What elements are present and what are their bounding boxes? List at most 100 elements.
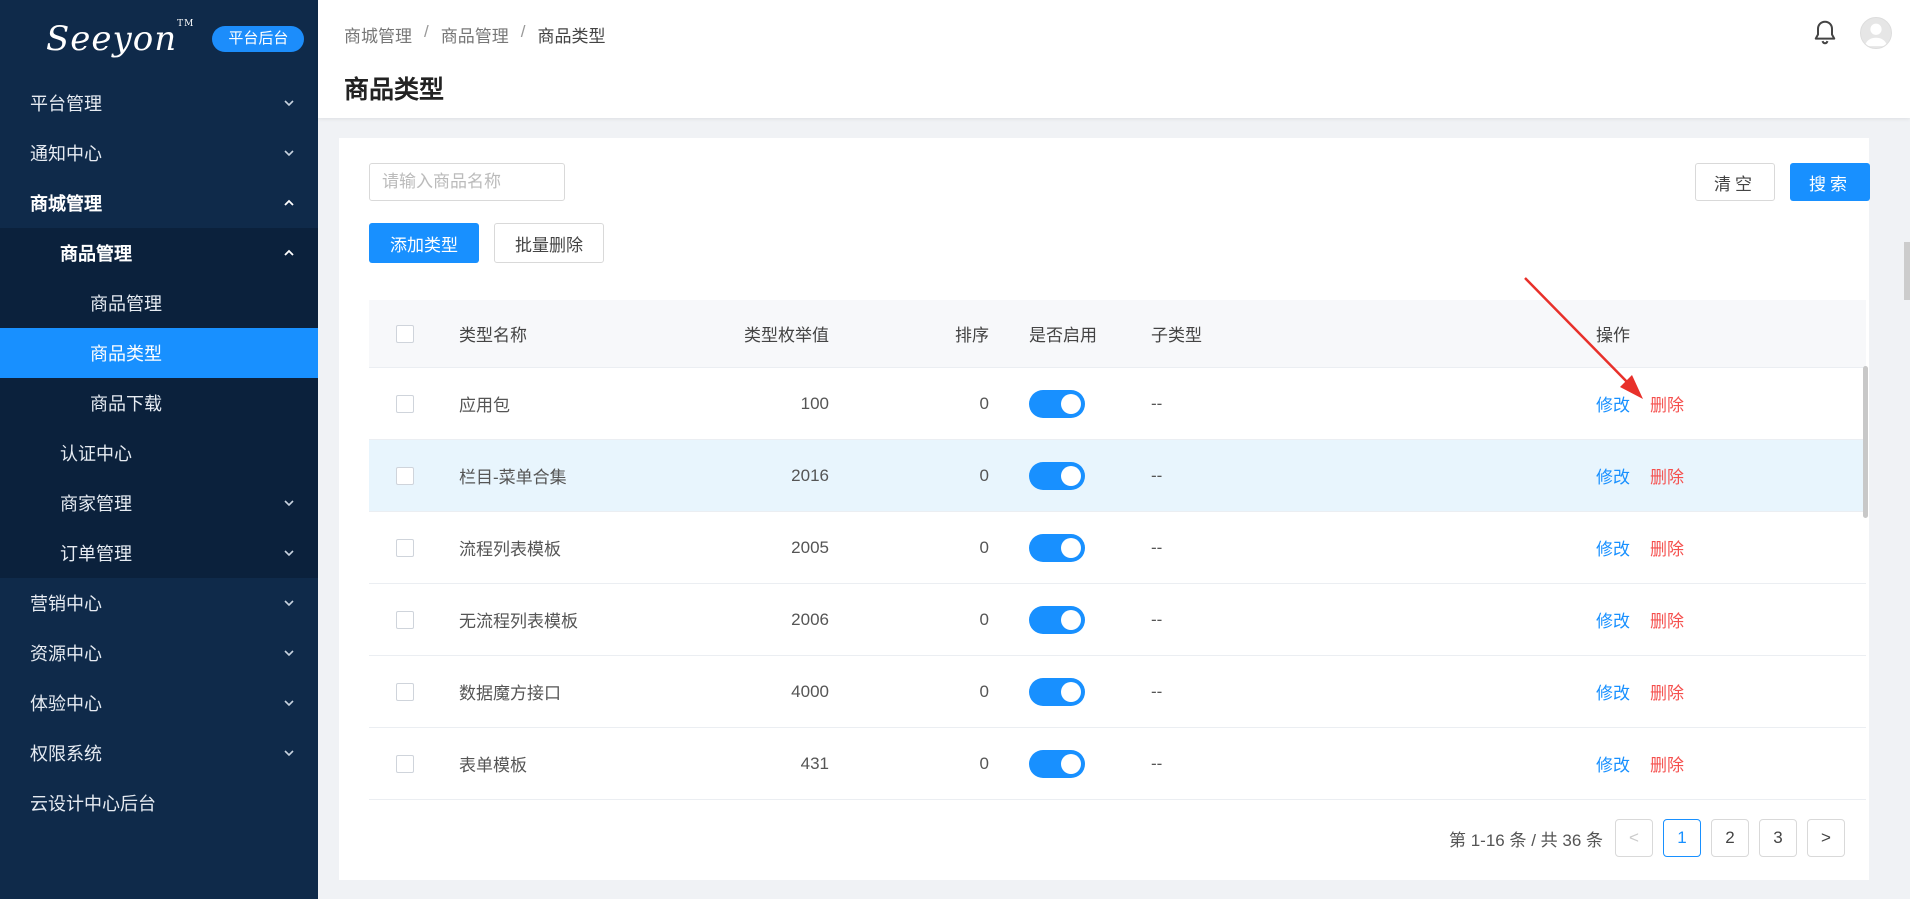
table-scrollbar[interactable] (1863, 366, 1868, 518)
sidebar-item[interactable]: 资源中心 (0, 628, 318, 678)
type-name: 数据魔方接口 (459, 684, 561, 703)
chevron-down-icon (282, 96, 296, 110)
edit-link[interactable]: 修改 (1596, 391, 1630, 416)
enabled-toggle[interactable] (1029, 605, 1085, 634)
page-button-1[interactable]: 1 (1663, 819, 1701, 857)
sort-value: 0 (979, 537, 989, 557)
sidebar-item[interactable]: 平台管理 (0, 78, 318, 128)
row-checkbox[interactable] (396, 610, 414, 629)
delete-link[interactable]: 删除 (1650, 751, 1684, 776)
window-scrollbar[interactable] (1904, 242, 1910, 300)
add-type-button[interactable]: 添加类型 (369, 223, 479, 263)
table-row: 流程列表模板 2005 0 -- 修改 删除 (369, 512, 1866, 584)
chevron-up-icon (282, 246, 296, 260)
sidebar-item[interactable]: 商家管理 (0, 478, 318, 528)
edit-link[interactable]: 修改 (1596, 679, 1630, 704)
sidebar: SeeyonTM 平台后台 平台管理 通知中心 商城管理 商品管理 商品管理 商品类型 商品… (0, 0, 318, 899)
chevron-down-icon (282, 596, 296, 610)
sidebar-item-label: 商家管理 (60, 494, 132, 514)
sidebar-item[interactable]: 商品管理 (0, 228, 318, 278)
breadcrumb-separator: / (424, 22, 429, 41)
chevron-down-icon (282, 546, 296, 560)
enabled-toggle[interactable] (1029, 533, 1085, 562)
breadcrumb-separator: / (520, 22, 526, 41)
chevron-down-icon (282, 146, 296, 160)
row-checkbox[interactable] (396, 754, 414, 773)
batch-delete-button[interactable]: 批量删除 (494, 223, 604, 263)
avatar[interactable] (1860, 17, 1892, 49)
edit-link[interactable]: 修改 (1596, 535, 1630, 560)
edit-link[interactable]: 修改 (1596, 607, 1630, 632)
sidebar-item[interactable]: 体验中心 (0, 678, 318, 728)
page-button-2[interactable]: 2 (1711, 819, 1749, 857)
enabled-toggle[interactable] (1029, 749, 1085, 778)
table-body: 应用包 100 0 -- 修改 删除 栏目-菜单合集 2016 0 -- 修改 删除 流程列表模板 200… (369, 368, 1866, 800)
type-enum-value: 2006 (791, 609, 829, 629)
chevron-down-icon (282, 496, 296, 510)
sidebar-item-label: 订单管理 (60, 544, 132, 564)
type-enum-value: 2005 (791, 537, 829, 557)
sort-value: 0 (979, 609, 989, 629)
column-header-sort: 排序 (955, 326, 989, 345)
sidebar-item-label: 通知中心 (30, 144, 102, 164)
row-checkbox[interactable] (396, 466, 414, 485)
prev-page-button[interactable]: < (1615, 819, 1653, 857)
sidebar-item[interactable]: 营销中心 (0, 578, 318, 628)
edit-link[interactable]: 修改 (1596, 751, 1630, 776)
type-table: 类型名称 类型枚举值 排序 是否启用 子类型 操作 应用包 100 0 -- 修改 删除栏… (369, 300, 1866, 800)
column-header-enabled: 是否启用 (1029, 326, 1097, 345)
sidebar-item[interactable]: 商品类型 (0, 328, 318, 378)
sidebar-item[interactable]: 商城管理 (0, 178, 318, 228)
row-checkbox[interactable] (396, 538, 414, 557)
content-card: 清空 搜索 添加类型 批量删除 类型名称 类型枚举值 排序 是否启用 子类型 操… (339, 138, 1870, 880)
table-row: 无流程列表模板 2006 0 -- 修改 删除 (369, 584, 1866, 656)
row-checkbox[interactable] (396, 682, 414, 701)
chevron-up-icon (282, 196, 296, 210)
type-enum-value: 2016 (791, 465, 829, 485)
type-enum-value: 100 (800, 393, 829, 413)
sidebar-item-label: 权限系统 (30, 744, 102, 764)
sidebar-item[interactable]: 商品管理 (0, 278, 318, 328)
type-name: 无流程列表模板 (459, 612, 578, 631)
platform-badge: 平台后台 (212, 26, 305, 52)
sidebar-item-label: 商城管理 (30, 194, 102, 214)
header: 商城管理 / 商品管理 / 商品类型 商品类型 (318, 0, 1910, 118)
delete-link[interactable]: 删除 (1650, 679, 1684, 704)
sidebar-item-label: 认证中心 (60, 444, 132, 464)
pagination-total: 第 1-16 条 / 共 36 条 (1449, 830, 1603, 850)
enabled-toggle[interactable] (1029, 389, 1085, 418)
sidebar-item-label: 平台管理 (30, 94, 102, 114)
breadcrumb-item[interactable]: 商品管理 (441, 22, 509, 47)
sidebar-item[interactable]: 云设计中心后台 (0, 778, 318, 828)
breadcrumb-item[interactable]: 商城管理 (344, 22, 412, 47)
delete-link[interactable]: 删除 (1650, 391, 1684, 416)
enabled-toggle[interactable] (1029, 461, 1085, 490)
clear-button[interactable]: 清空 (1695, 163, 1775, 201)
type-name: 流程列表模板 (459, 540, 561, 559)
next-page-button[interactable]: > (1807, 819, 1845, 857)
sidebar-item[interactable]: 权限系统 (0, 728, 318, 778)
select-all-checkbox[interactable] (396, 324, 414, 343)
type-enum-value: 431 (800, 753, 829, 773)
chevron-down-icon (282, 696, 296, 710)
sidebar-item[interactable]: 订单管理 (0, 528, 318, 578)
delete-link[interactable]: 删除 (1650, 535, 1684, 560)
search-button[interactable]: 搜索 (1790, 163, 1870, 201)
sidebar-item[interactable]: 认证中心 (0, 428, 318, 478)
sidebar-item[interactable]: 通知中心 (0, 128, 318, 178)
sidebar-item-label: 商品管理 (90, 294, 162, 314)
delete-link[interactable]: 删除 (1650, 607, 1684, 632)
edit-link[interactable]: 修改 (1596, 463, 1630, 488)
sidebar-item-label: 商品类型 (90, 344, 162, 364)
search-input[interactable] (369, 163, 565, 201)
sidebar-item-label: 云设计中心后台 (30, 794, 156, 814)
chevron-down-icon (282, 646, 296, 660)
row-checkbox[interactable] (396, 394, 414, 413)
subtype-value: -- (1151, 393, 1163, 413)
sidebar-item-label: 商品管理 (60, 244, 132, 264)
page-button-3[interactable]: 3 (1759, 819, 1797, 857)
delete-link[interactable]: 删除 (1650, 463, 1684, 488)
bell-icon[interactable] (1810, 18, 1840, 48)
enabled-toggle[interactable] (1029, 677, 1085, 706)
sidebar-item[interactable]: 商品下载 (0, 378, 318, 428)
